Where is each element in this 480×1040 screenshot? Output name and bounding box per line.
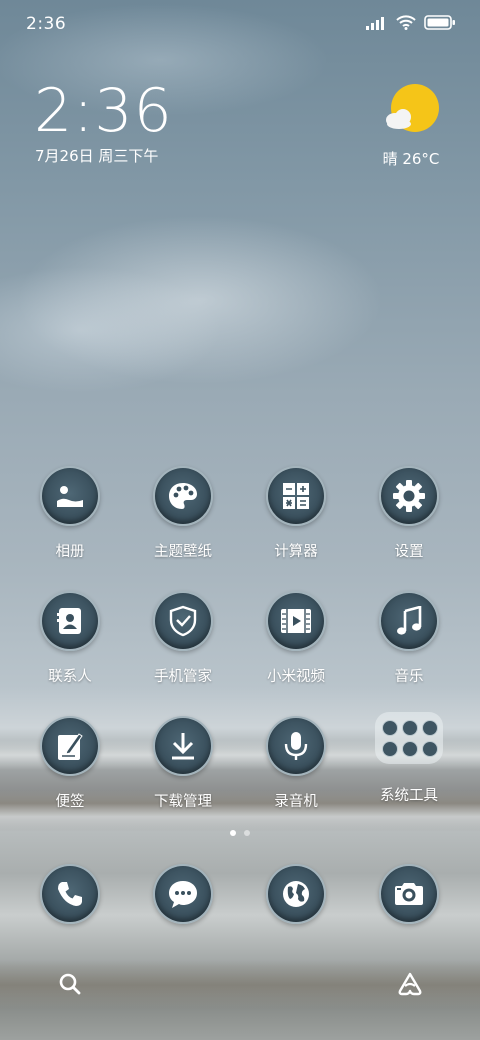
folder-app-thumbnail	[402, 719, 418, 736]
app-video[interactable]: 小米视频	[241, 591, 351, 686]
status-time: 2:36	[26, 14, 67, 34]
dock-messages[interactable]	[128, 864, 238, 924]
lockscreen-date[interactable]: 7月26日 周三下午	[35, 145, 158, 166]
app-notes[interactable]: 便签	[15, 716, 125, 811]
app-label: 小米视频	[267, 669, 325, 685]
partly-sunny-icon	[386, 84, 439, 132]
folder-app-thumbnail	[422, 719, 438, 736]
app-music[interactable]: 音乐	[354, 591, 464, 686]
weather-text: 晴 26°C	[382, 150, 440, 168]
page-indicator	[0, 830, 480, 836]
folder-icon	[375, 712, 443, 764]
contacts-icon	[40, 591, 100, 651]
app-label: 相册	[55, 544, 85, 560]
battery-icon	[424, 15, 455, 30]
music-note-icon	[379, 591, 439, 651]
status-icons	[366, 15, 456, 30]
search-icon	[59, 973, 81, 995]
app-security[interactable]: 手机管家	[128, 591, 238, 686]
palette-icon	[153, 466, 213, 526]
browser-globe-icon	[266, 864, 326, 924]
app-settings[interactable]: 设置	[354, 466, 464, 561]
assistant-button[interactable]	[392, 966, 428, 1002]
app-label: 主题壁纸	[154, 544, 212, 560]
app-label: 计算器	[274, 544, 318, 560]
assistant-icon	[398, 972, 422, 996]
shield-icon	[153, 591, 213, 651]
dock-camera[interactable]	[354, 864, 464, 924]
folder-app-thumbnail	[422, 740, 438, 757]
signal-icon	[366, 16, 384, 30]
video-icon	[266, 591, 326, 651]
status-bar: 2:36	[0, 0, 480, 50]
app-theme-wallpaper[interactable]: 主题壁纸	[128, 466, 238, 561]
app-contacts[interactable]: 联系人	[15, 591, 125, 686]
notes-icon	[40, 716, 100, 776]
gallery-icon	[40, 466, 100, 526]
app-downloads[interactable]: 下载管理	[128, 716, 238, 811]
camera-icon	[379, 864, 439, 924]
dock-browser[interactable]	[241, 864, 351, 924]
phone-icon	[40, 864, 100, 924]
folder-system-tools[interactable]: 系统工具	[354, 710, 464, 805]
app-calculator[interactable]: 计算器	[241, 466, 351, 561]
app-label: 录音机	[274, 794, 318, 810]
global-search-button[interactable]	[52, 966, 88, 1002]
gear-icon	[379, 466, 439, 526]
app-label: 音乐	[394, 669, 424, 685]
app-label: 便签	[55, 794, 85, 810]
app-gallery[interactable]: 相册	[15, 466, 125, 561]
lockscreen-clock[interactable]: 2:36	[34, 76, 173, 146]
app-recorder[interactable]: 录音机	[241, 716, 351, 811]
dock-phone[interactable]	[15, 864, 125, 924]
folder-app-thumbnail	[402, 740, 418, 757]
page-dot[interactable]	[244, 830, 250, 836]
app-label: 设置	[394, 544, 424, 560]
page-dot-active[interactable]	[230, 830, 236, 836]
weather-widget[interactable]: 晴 26°C	[366, 84, 456, 169]
download-icon	[153, 716, 213, 776]
message-icon	[153, 864, 213, 924]
app-label: 下载管理	[154, 794, 212, 810]
app-label: 手机管家	[154, 669, 212, 685]
microphone-icon	[266, 716, 326, 776]
folder-app-thumbnail	[382, 719, 398, 736]
app-label: 联系人	[48, 669, 92, 685]
app-label: 系统工具	[380, 788, 438, 804]
folder-app-thumbnail	[382, 740, 398, 757]
calculator-icon	[266, 466, 326, 526]
wifi-icon	[396, 15, 416, 30]
